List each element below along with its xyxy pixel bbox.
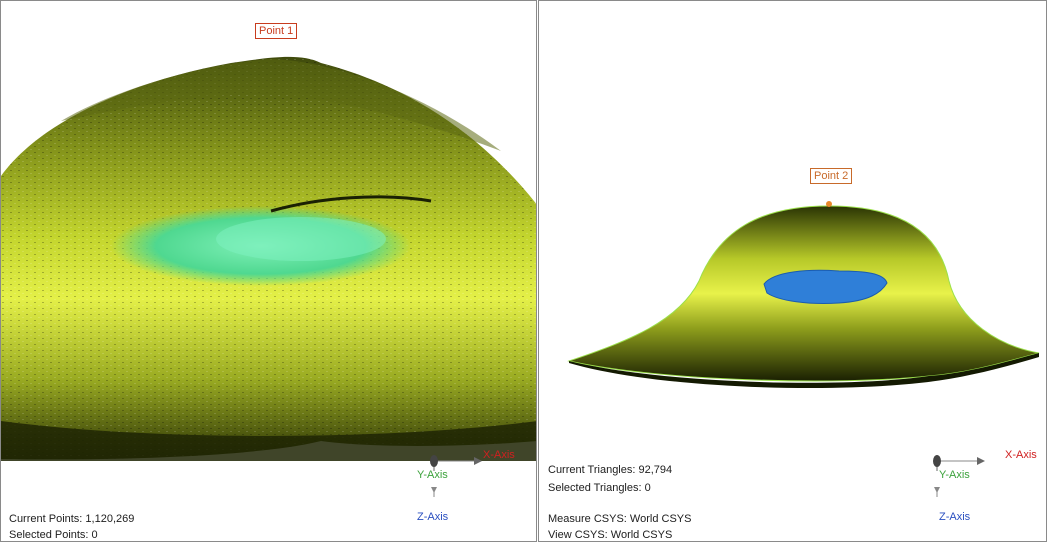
x-axis-label: X-Axis <box>1005 449 1037 461</box>
x-axis-label: X-Axis <box>483 449 515 461</box>
right-viewport[interactable]: Point 2 Current Triangles: 92,794 Select… <box>538 0 1047 542</box>
measure-csys-label: Measure CSYS: World CSYS <box>548 513 692 525</box>
current-triangles-label: Current Triangles: 92,794 <box>548 464 673 476</box>
point-2-label[interactable]: Point 2 <box>810 168 853 184</box>
y-axis-label: Y-Axis <box>939 469 970 481</box>
selected-triangles-label: Selected Triangles: 0 <box>548 482 651 494</box>
selected-points-label: Selected Points: 0 <box>9 529 98 541</box>
current-points-label: Current Points: 1,120,269 <box>9 513 135 525</box>
view-csys-label: View CSYS: World CSYS <box>548 529 673 541</box>
z-axis-label: Z-Axis <box>417 511 449 523</box>
y-axis-label: Y-Axis <box>417 469 448 481</box>
point-1-label[interactable]: Point 1 <box>255 23 298 39</box>
left-viewport[interactable]: Point 1 Current Points: 1,120,269 Select… <box>0 0 537 542</box>
z-axis-label: Z-Axis <box>939 511 971 523</box>
